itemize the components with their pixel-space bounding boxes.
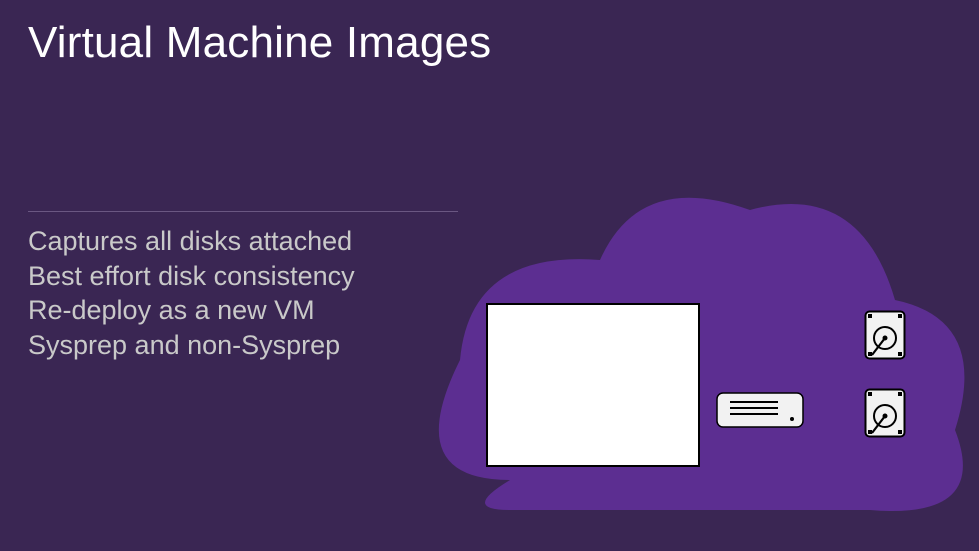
hard-disk-icon <box>864 388 906 438</box>
bullet-item: Re-deploy as a new VM <box>28 293 355 328</box>
bullet-item: Sysprep and non-Sysprep <box>28 328 355 363</box>
vm-window-icon <box>488 305 698 465</box>
bullet-list: Captures all disks attached Best effort … <box>28 224 355 362</box>
bullet-item: Captures all disks attached <box>28 224 355 259</box>
hard-disk-icon <box>864 310 906 360</box>
page-title: Virtual Machine Images <box>28 18 491 68</box>
divider <box>28 211 458 212</box>
bullet-item: Best effort disk consistency <box>28 259 355 294</box>
server-icon <box>716 392 804 428</box>
